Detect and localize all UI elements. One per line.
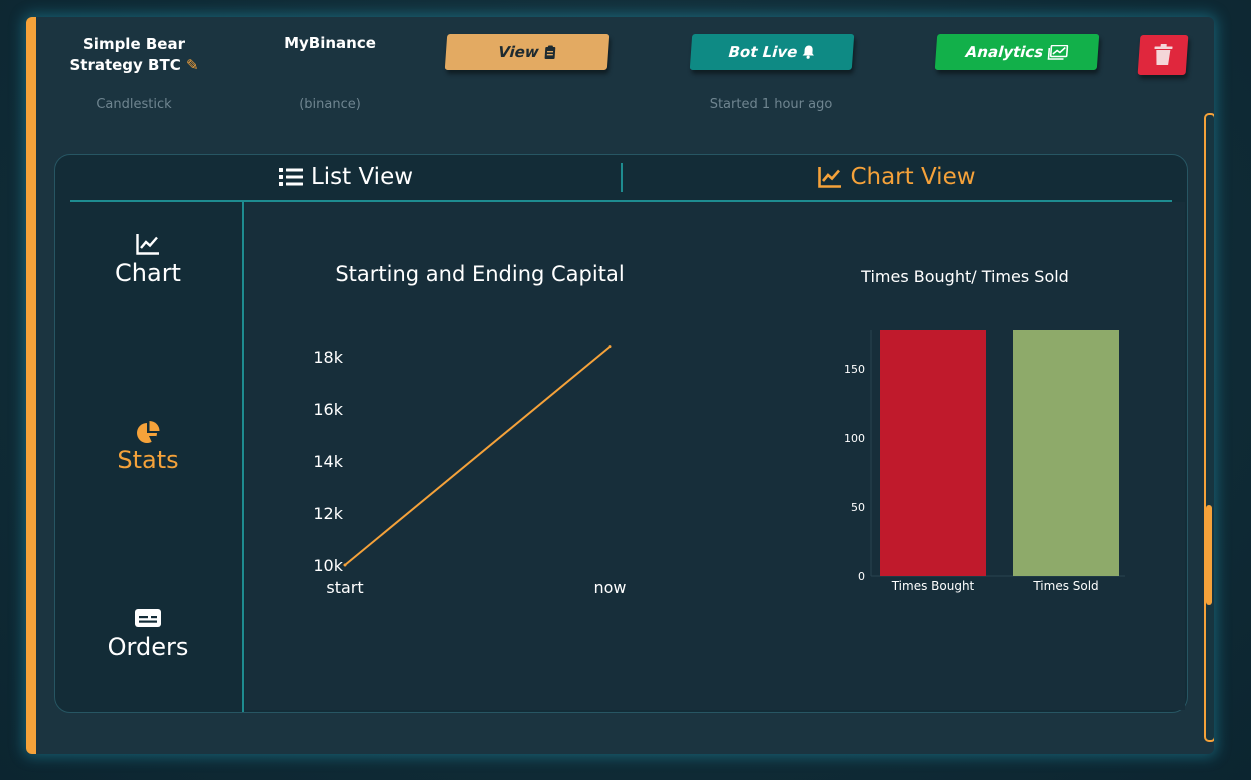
bot-name: Simple Bear Strategy BTC ✎: [64, 34, 204, 76]
accent-bar: [26, 17, 36, 754]
tab-list-view[interactable]: List View: [70, 155, 622, 199]
sidebar-divider: [242, 202, 244, 712]
view-button-label: View: [497, 43, 540, 61]
started-time: Started 1 hour ago: [709, 97, 833, 112]
bot-live-button[interactable]: Bot Live: [689, 34, 855, 70]
y-tick-label: 0: [858, 570, 865, 583]
line-chart-icon: [818, 167, 842, 188]
y-tick-label: 100: [844, 432, 865, 445]
trash-icon: [1154, 44, 1173, 65]
x-tick-label: Times Bought: [891, 579, 975, 593]
bot-live-label: Bot Live: [727, 43, 799, 61]
scrollbar-thumb[interactable]: [1206, 505, 1212, 605]
y-tick-label: 16k: [313, 400, 343, 419]
tab-chart-view[interactable]: Chart View: [622, 155, 1172, 199]
id-card-icon: [88, 607, 208, 633]
scrollbar-track[interactable]: [1204, 113, 1214, 742]
capital-series-line: [344, 345, 611, 566]
y-tick-label: 150: [844, 363, 865, 376]
sidebar-item-orders[interactable]: Orders: [88, 607, 208, 661]
list-icon: [278, 168, 303, 186]
trades-chart-title: Times Bought/ Times Sold: [861, 267, 1069, 286]
tab-list-view-label: List View: [310, 164, 414, 190]
view-button[interactable]: View: [444, 34, 610, 70]
clipboard-icon: [544, 45, 556, 59]
capital-data-point: [343, 563, 347, 567]
bot-card: Simple Bear Strategy BTC ✎ Candlestick M…: [26, 17, 1214, 754]
trades-bar-chart: 0 50 100 150 Times Bought Times Sold: [844, 330, 1125, 593]
exchange-name: MyBinance: [284, 34, 376, 52]
sidebar-item-label: Orders: [107, 633, 189, 661]
bot-type: Candlestick: [96, 97, 172, 112]
sidebar-item-chart[interactable]: Chart: [88, 233, 208, 287]
bot-name-label: Simple Bear Strategy BTC: [69, 35, 185, 74]
analytics-button[interactable]: Analytics: [934, 34, 1100, 70]
y-tick-label: 50: [851, 501, 865, 514]
stats-panel: List View Chart View Chart Stats Orders …: [54, 154, 1188, 713]
analytics-label: Analytics: [965, 43, 1044, 61]
sidebar-item-stats[interactable]: Stats: [88, 420, 208, 474]
pencil-icon[interactable]: ✎: [186, 56, 199, 74]
pie-chart-icon: [88, 420, 208, 446]
y-tick-label: 14k: [313, 452, 343, 471]
delete-button[interactable]: [1137, 35, 1189, 75]
exchange-id: (binance): [299, 97, 361, 112]
sidebar-item-label: Stats: [117, 446, 179, 474]
capital-line-chart: 10k 12k 14k 16k 18k start now: [313, 345, 627, 597]
x-tick-label: now: [593, 578, 626, 597]
sidebar-item-label: Chart: [115, 259, 181, 287]
chart-card-icon: [1047, 44, 1069, 60]
bar: [1013, 330, 1119, 576]
tab-chart-view-label: Chart View: [850, 164, 976, 190]
y-tick-label: 18k: [313, 348, 343, 367]
capital-data-point: [608, 345, 612, 349]
y-tick-label: 12k: [313, 504, 343, 523]
bar: [880, 330, 986, 576]
x-tick-label: start: [326, 578, 363, 597]
y-tick-label: 10k: [313, 556, 343, 575]
x-tick-label: Times Sold: [1032, 579, 1098, 593]
capital-chart-title: Starting and Ending Capital: [335, 262, 625, 286]
line-chart-icon: [88, 233, 208, 259]
bell-icon: [802, 45, 815, 59]
